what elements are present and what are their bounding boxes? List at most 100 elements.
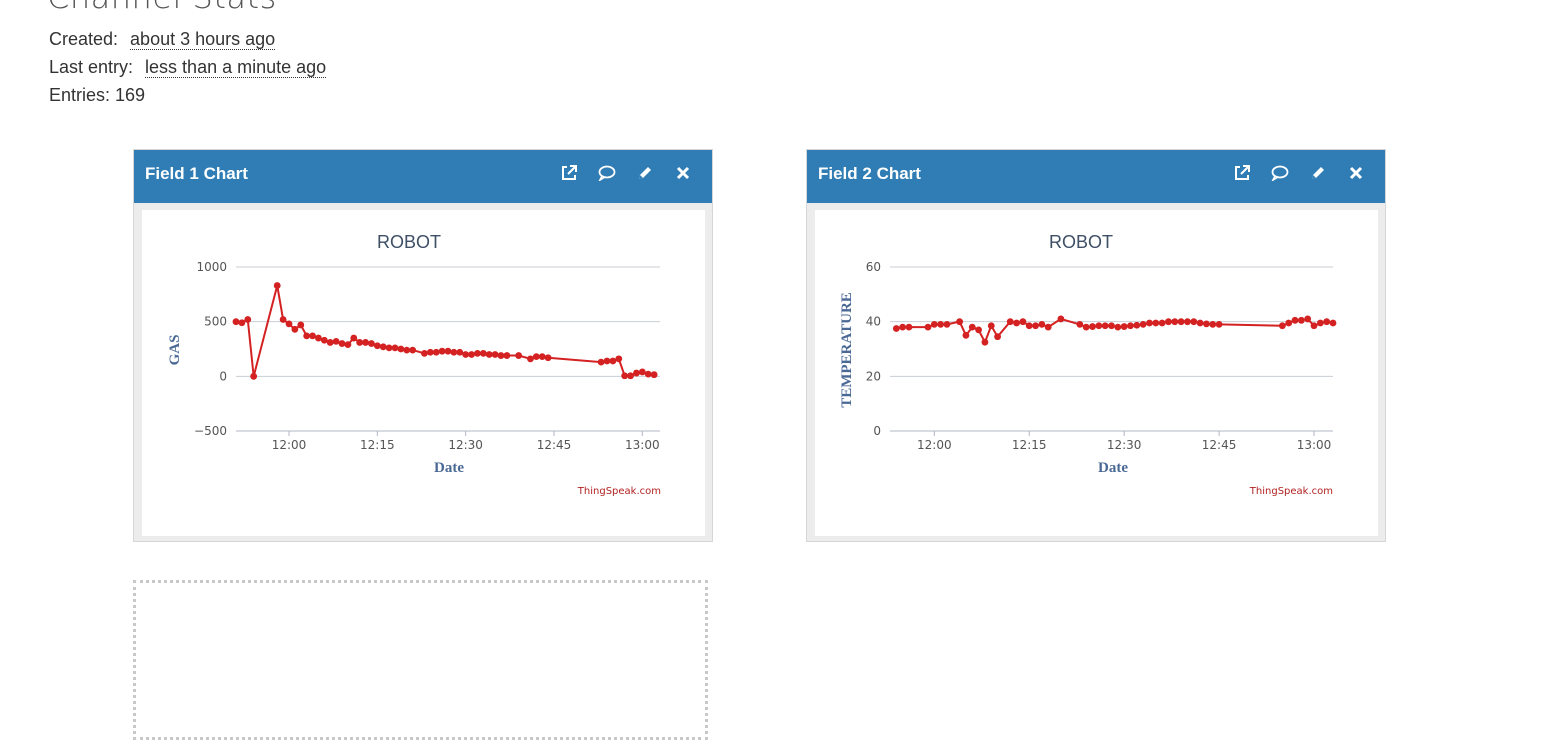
data-point[interactable] xyxy=(450,348,458,356)
data-point[interactable] xyxy=(497,352,505,359)
data-point[interactable] xyxy=(905,323,913,331)
data-point[interactable] xyxy=(279,316,287,323)
data-point[interactable] xyxy=(1127,322,1134,330)
data-point[interactable] xyxy=(962,331,970,339)
data-point[interactable] xyxy=(432,348,440,356)
data-point[interactable] xyxy=(1139,321,1147,328)
data-point[interactable] xyxy=(1177,318,1185,326)
data-point[interactable] xyxy=(444,347,452,355)
data-point[interactable] xyxy=(1076,321,1084,328)
data-point[interactable] xyxy=(303,332,311,340)
data-point[interactable] xyxy=(403,346,411,354)
data-point[interactable] xyxy=(1089,323,1096,330)
data-point[interactable] xyxy=(385,344,393,352)
data-point[interactable] xyxy=(1013,319,1020,327)
close-icon[interactable] xyxy=(674,164,692,182)
data-point[interactable] xyxy=(1120,323,1128,330)
data-point[interactable] xyxy=(1108,322,1115,330)
data-point[interactable] xyxy=(1323,318,1331,326)
data-point[interactable] xyxy=(527,355,534,363)
data-point[interactable] xyxy=(943,321,951,328)
data-point[interactable] xyxy=(397,345,405,353)
pencil-icon[interactable] xyxy=(636,164,654,182)
data-point[interactable] xyxy=(285,320,293,328)
external-link-icon[interactable] xyxy=(560,164,578,182)
data-point[interactable] xyxy=(994,333,1001,341)
data-point[interactable] xyxy=(638,368,646,376)
data-point[interactable] xyxy=(538,353,546,361)
data-point[interactable] xyxy=(621,372,629,380)
comment-icon[interactable] xyxy=(1271,164,1289,182)
data-point[interactable] xyxy=(1203,320,1210,328)
data-point[interactable] xyxy=(1196,319,1204,327)
data-point[interactable] xyxy=(975,326,982,334)
data-point[interactable] xyxy=(391,344,399,352)
data-point[interactable] xyxy=(1025,322,1033,330)
data-point[interactable] xyxy=(1165,318,1172,326)
data-point[interactable] xyxy=(332,337,340,345)
data-point[interactable] xyxy=(291,325,299,333)
data-point[interactable] xyxy=(1171,318,1179,326)
data-point[interactable] xyxy=(379,343,387,351)
data-point[interactable] xyxy=(326,339,334,346)
data-point[interactable] xyxy=(356,339,364,346)
data-point[interactable] xyxy=(1310,322,1318,330)
data-point[interactable] xyxy=(474,349,481,357)
data-point[interactable] xyxy=(468,351,475,358)
external-link-icon[interactable] xyxy=(1233,164,1251,182)
data-point[interactable] xyxy=(273,282,281,289)
data-point[interactable] xyxy=(615,355,623,363)
data-point[interactable] xyxy=(930,321,938,328)
data-point[interactable] xyxy=(485,351,493,358)
data-point[interactable] xyxy=(462,351,470,358)
data-point[interactable] xyxy=(1190,318,1198,326)
data-point[interactable] xyxy=(421,349,428,357)
data-point[interactable] xyxy=(344,341,352,349)
data-point[interactable] xyxy=(1006,318,1014,326)
data-point[interactable] xyxy=(1095,322,1103,330)
data-point[interactable] xyxy=(309,332,316,340)
data-point[interactable] xyxy=(650,371,658,379)
data-point[interactable] xyxy=(937,321,945,328)
data-point[interactable] xyxy=(1304,315,1312,323)
comment-icon[interactable] xyxy=(598,164,616,182)
data-point[interactable] xyxy=(297,321,305,329)
data-point[interactable] xyxy=(315,334,322,342)
data-point[interactable] xyxy=(409,346,417,354)
data-point[interactable] xyxy=(1316,319,1324,327)
data-point[interactable] xyxy=(1133,321,1141,329)
data-point[interactable] xyxy=(981,338,989,346)
data-point[interactable] xyxy=(968,323,976,331)
data-point[interactable] xyxy=(1152,319,1160,327)
data-point[interactable] xyxy=(250,372,258,380)
data-point[interactable] xyxy=(1032,322,1039,330)
data-point[interactable] xyxy=(899,323,907,331)
data-point[interactable] xyxy=(633,369,640,377)
data-point[interactable] xyxy=(644,370,652,378)
data-point[interactable] xyxy=(1057,315,1065,323)
data-point[interactable] xyxy=(1114,323,1122,331)
data-point[interactable] xyxy=(238,319,246,327)
data-point[interactable] xyxy=(1285,319,1293,327)
data-point[interactable] xyxy=(244,316,252,323)
data-point[interactable] xyxy=(603,357,611,365)
data-point[interactable] xyxy=(1329,319,1337,327)
data-point[interactable] xyxy=(1101,322,1109,330)
data-point[interactable] xyxy=(1215,321,1223,328)
thingspeak-credit-link[interactable]: ThingSpeak.com xyxy=(1249,486,1333,497)
data-point[interactable] xyxy=(479,349,487,357)
data-point[interactable] xyxy=(368,340,375,347)
data-point[interactable] xyxy=(1291,316,1299,324)
data-point[interactable] xyxy=(627,372,634,380)
data-point[interactable] xyxy=(426,348,434,356)
data-point[interactable] xyxy=(1297,316,1305,324)
data-point[interactable] xyxy=(320,336,328,344)
data-point[interactable] xyxy=(892,325,900,332)
data-point[interactable] xyxy=(1044,323,1052,331)
close-icon[interactable] xyxy=(1347,164,1365,182)
data-point[interactable] xyxy=(609,357,617,365)
data-point[interactable] xyxy=(456,348,464,356)
data-point[interactable] xyxy=(373,342,381,350)
data-point[interactable] xyxy=(491,351,499,358)
data-point[interactable] xyxy=(1278,322,1286,330)
